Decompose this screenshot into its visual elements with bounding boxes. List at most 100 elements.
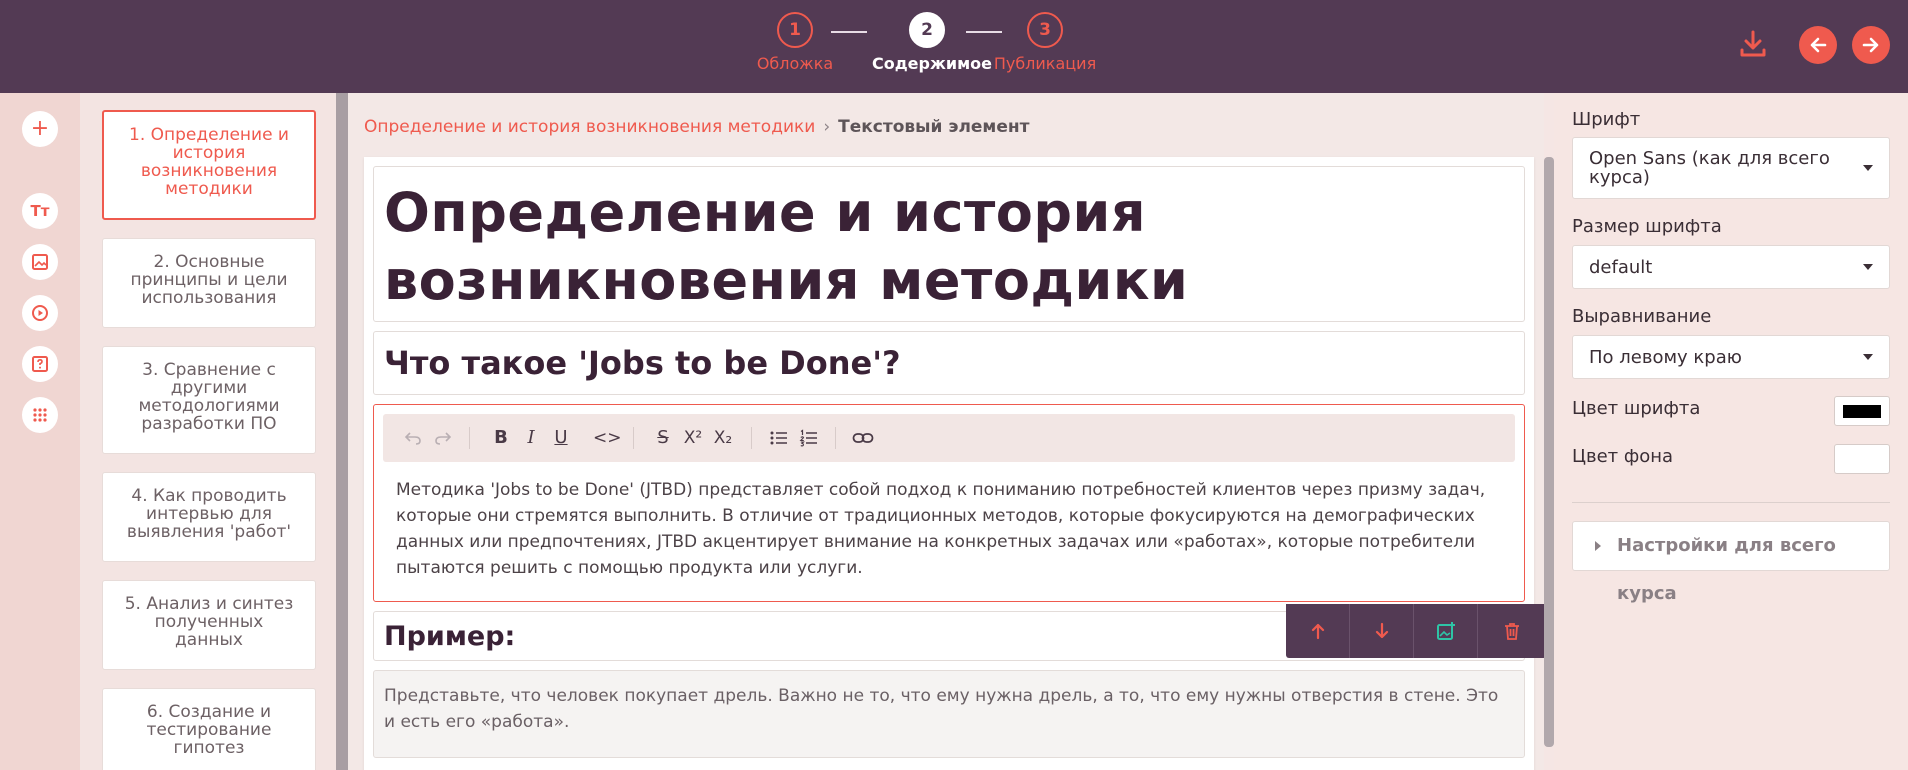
course-settings-label: Настройки для всего курса bbox=[1617, 535, 1836, 604]
editor-text[interactable]: Методика 'Jobs to be Done' (JTBD) предст… bbox=[396, 477, 1506, 581]
add-image-after-button[interactable] bbox=[1414, 604, 1478, 658]
breadcrumb-link[interactable]: Определение и история возникновения мето… bbox=[364, 117, 815, 137]
code-button[interactable]: <> bbox=[593, 424, 622, 452]
chapter-item[interactable]: 2. Основные принципы и цели использовани… bbox=[102, 238, 316, 328]
font-size-select[interactable]: default bbox=[1572, 245, 1890, 289]
back-button[interactable] bbox=[1799, 26, 1837, 64]
font-color-swatch bbox=[1843, 405, 1881, 418]
download-button[interactable] bbox=[1734, 26, 1772, 64]
toolbar-divider bbox=[751, 427, 752, 449]
alignment-label: Выравнивание bbox=[1572, 306, 1712, 327]
trash-icon bbox=[1505, 623, 1519, 640]
subscript-button[interactable]: X₂ bbox=[709, 424, 737, 452]
move-down-button[interactable] bbox=[1350, 604, 1414, 658]
chapter-list: 1. Определение и история возникновения м… bbox=[80, 93, 336, 770]
arrow-up-icon bbox=[1311, 623, 1324, 640]
chevron-down-icon bbox=[1863, 264, 1873, 270]
add-element-button[interactable]: + bbox=[22, 111, 58, 147]
delete-block-button[interactable] bbox=[1478, 604, 1544, 658]
toolbar-divider bbox=[633, 427, 634, 449]
more-elements-button[interactable] bbox=[22, 397, 58, 433]
italic-button[interactable]: I bbox=[517, 424, 545, 452]
alignment-value: По левому краю bbox=[1589, 346, 1742, 368]
bg-color-swatch bbox=[1843, 453, 1881, 466]
progress-steps: 1 Обложка 2 Содержимое 3 Публикация bbox=[740, 12, 1120, 82]
chevron-down-icon bbox=[1863, 165, 1873, 171]
bold-button[interactable]: B bbox=[487, 424, 515, 452]
bg-color-picker[interactable] bbox=[1834, 444, 1890, 474]
numbered-list-icon bbox=[799, 429, 817, 447]
block-actions bbox=[1286, 604, 1544, 658]
image-icon bbox=[32, 254, 48, 270]
panel-divider bbox=[1572, 502, 1890, 503]
arrow-left-icon bbox=[1810, 37, 1827, 53]
grid-icon bbox=[33, 408, 47, 422]
forward-button[interactable] bbox=[1852, 26, 1890, 64]
font-color-picker[interactable] bbox=[1834, 396, 1890, 426]
chapter-item[interactable]: 5. Анализ и синтез полученных данных bbox=[102, 580, 316, 670]
font-size-label: Размер шрифта bbox=[1572, 216, 1722, 237]
bullet-list-button[interactable] bbox=[765, 424, 793, 452]
add-video-button[interactable] bbox=[22, 295, 58, 331]
caret-right-icon bbox=[1595, 541, 1601, 551]
text-editor-block[interactable]: B I U <> S X² X₂ Методика 'Jobs to be Do… bbox=[373, 404, 1525, 602]
breadcrumb-current: Текстовый элемент bbox=[838, 117, 1030, 137]
link-button[interactable] bbox=[849, 424, 877, 452]
step-publication[interactable]: 3 Публикация bbox=[990, 12, 1100, 73]
step-content[interactable]: 2 Содержимое bbox=[872, 12, 993, 73]
step-number: 1 bbox=[777, 12, 813, 48]
font-select-value: Open Sans (как для всего курса) bbox=[1589, 148, 1830, 188]
font-select[interactable]: Open Sans (как для всего курса) bbox=[1572, 137, 1890, 199]
editor-area: Определение и история возникновения мето… bbox=[348, 93, 1544, 770]
quiz-icon bbox=[32, 356, 48, 372]
chapter-item[interactable]: 6. Создание и тестирование гипотез bbox=[102, 688, 316, 770]
chapter-item[interactable]: 1. Определение и история возникновения м… bbox=[102, 110, 316, 220]
chapter-item[interactable]: 3. Сравнение с другими методологиями раз… bbox=[102, 346, 316, 454]
tool-rail: + Тт bbox=[0, 93, 80, 770]
add-text-button[interactable]: Тт bbox=[22, 193, 58, 229]
step-connector bbox=[831, 31, 867, 33]
font-color-label: Цвет шрифта bbox=[1572, 398, 1701, 419]
title-block[interactable]: Определение и история возникновения мето… bbox=[373, 166, 1525, 322]
subtitle-block[interactable]: Что такое 'Jobs to be Done'? bbox=[373, 331, 1525, 395]
font-size-value: default bbox=[1589, 256, 1653, 278]
step-number: 3 bbox=[1027, 12, 1063, 48]
link-icon bbox=[852, 433, 874, 443]
undo-button[interactable] bbox=[399, 424, 427, 452]
page-canvas: Определение и история возникновения мето… bbox=[364, 157, 1544, 770]
chapter-label: 2. Основные принципы и цели использовани… bbox=[130, 252, 288, 308]
editor-toolbar: B I U <> S X² X₂ bbox=[383, 414, 1515, 462]
example-text: Представьте, что человек покупает дрель.… bbox=[384, 686, 1499, 732]
superscript-button[interactable]: X² bbox=[679, 424, 707, 452]
redo-button[interactable] bbox=[429, 424, 457, 452]
video-icon bbox=[32, 305, 48, 321]
add-image-button[interactable] bbox=[22, 244, 58, 280]
chapter-label: 3. Сравнение с другими методологиями раз… bbox=[138, 360, 280, 434]
step-label: Содержимое bbox=[872, 54, 993, 73]
redo-icon bbox=[435, 432, 452, 445]
example-quote-block[interactable]: Представьте, что человек покупает дрель.… bbox=[373, 670, 1525, 758]
toolbar-divider bbox=[469, 427, 470, 449]
plus-icon: + bbox=[30, 116, 50, 141]
step-number: 2 bbox=[909, 12, 945, 48]
add-quiz-button[interactable] bbox=[22, 346, 58, 382]
strikethrough-button[interactable]: S bbox=[649, 424, 677, 452]
numbered-list-button[interactable] bbox=[795, 424, 823, 452]
chapter-label: 6. Создание и тестирование гипотез bbox=[146, 702, 272, 758]
alignment-select[interactable]: По левому краю bbox=[1572, 335, 1890, 379]
move-up-button[interactable] bbox=[1286, 604, 1350, 658]
chapter-list-scrollbar[interactable] bbox=[336, 93, 348, 770]
editor-scrollbar[interactable] bbox=[1544, 157, 1554, 747]
breadcrumb-separator: › bbox=[823, 117, 831, 137]
underline-button[interactable]: U bbox=[547, 424, 575, 452]
course-settings-toggle[interactable]: Настройки для всего курса bbox=[1572, 521, 1890, 604]
step-cover[interactable]: 1 Обложка bbox=[740, 12, 850, 73]
breadcrumb: Определение и история возникновения мето… bbox=[364, 117, 1029, 137]
chapter-label: 4. Как проводить интервью для выявления … bbox=[126, 486, 292, 542]
font-label: Шрифт bbox=[1572, 109, 1641, 130]
arrow-right-icon bbox=[1862, 37, 1879, 53]
chapter-item[interactable]: 4. Как проводить интервью для выявления … bbox=[102, 472, 316, 562]
step-label: Обложка bbox=[756, 54, 834, 73]
toolbar-divider bbox=[835, 427, 836, 449]
bullet-list-icon bbox=[770, 431, 787, 445]
